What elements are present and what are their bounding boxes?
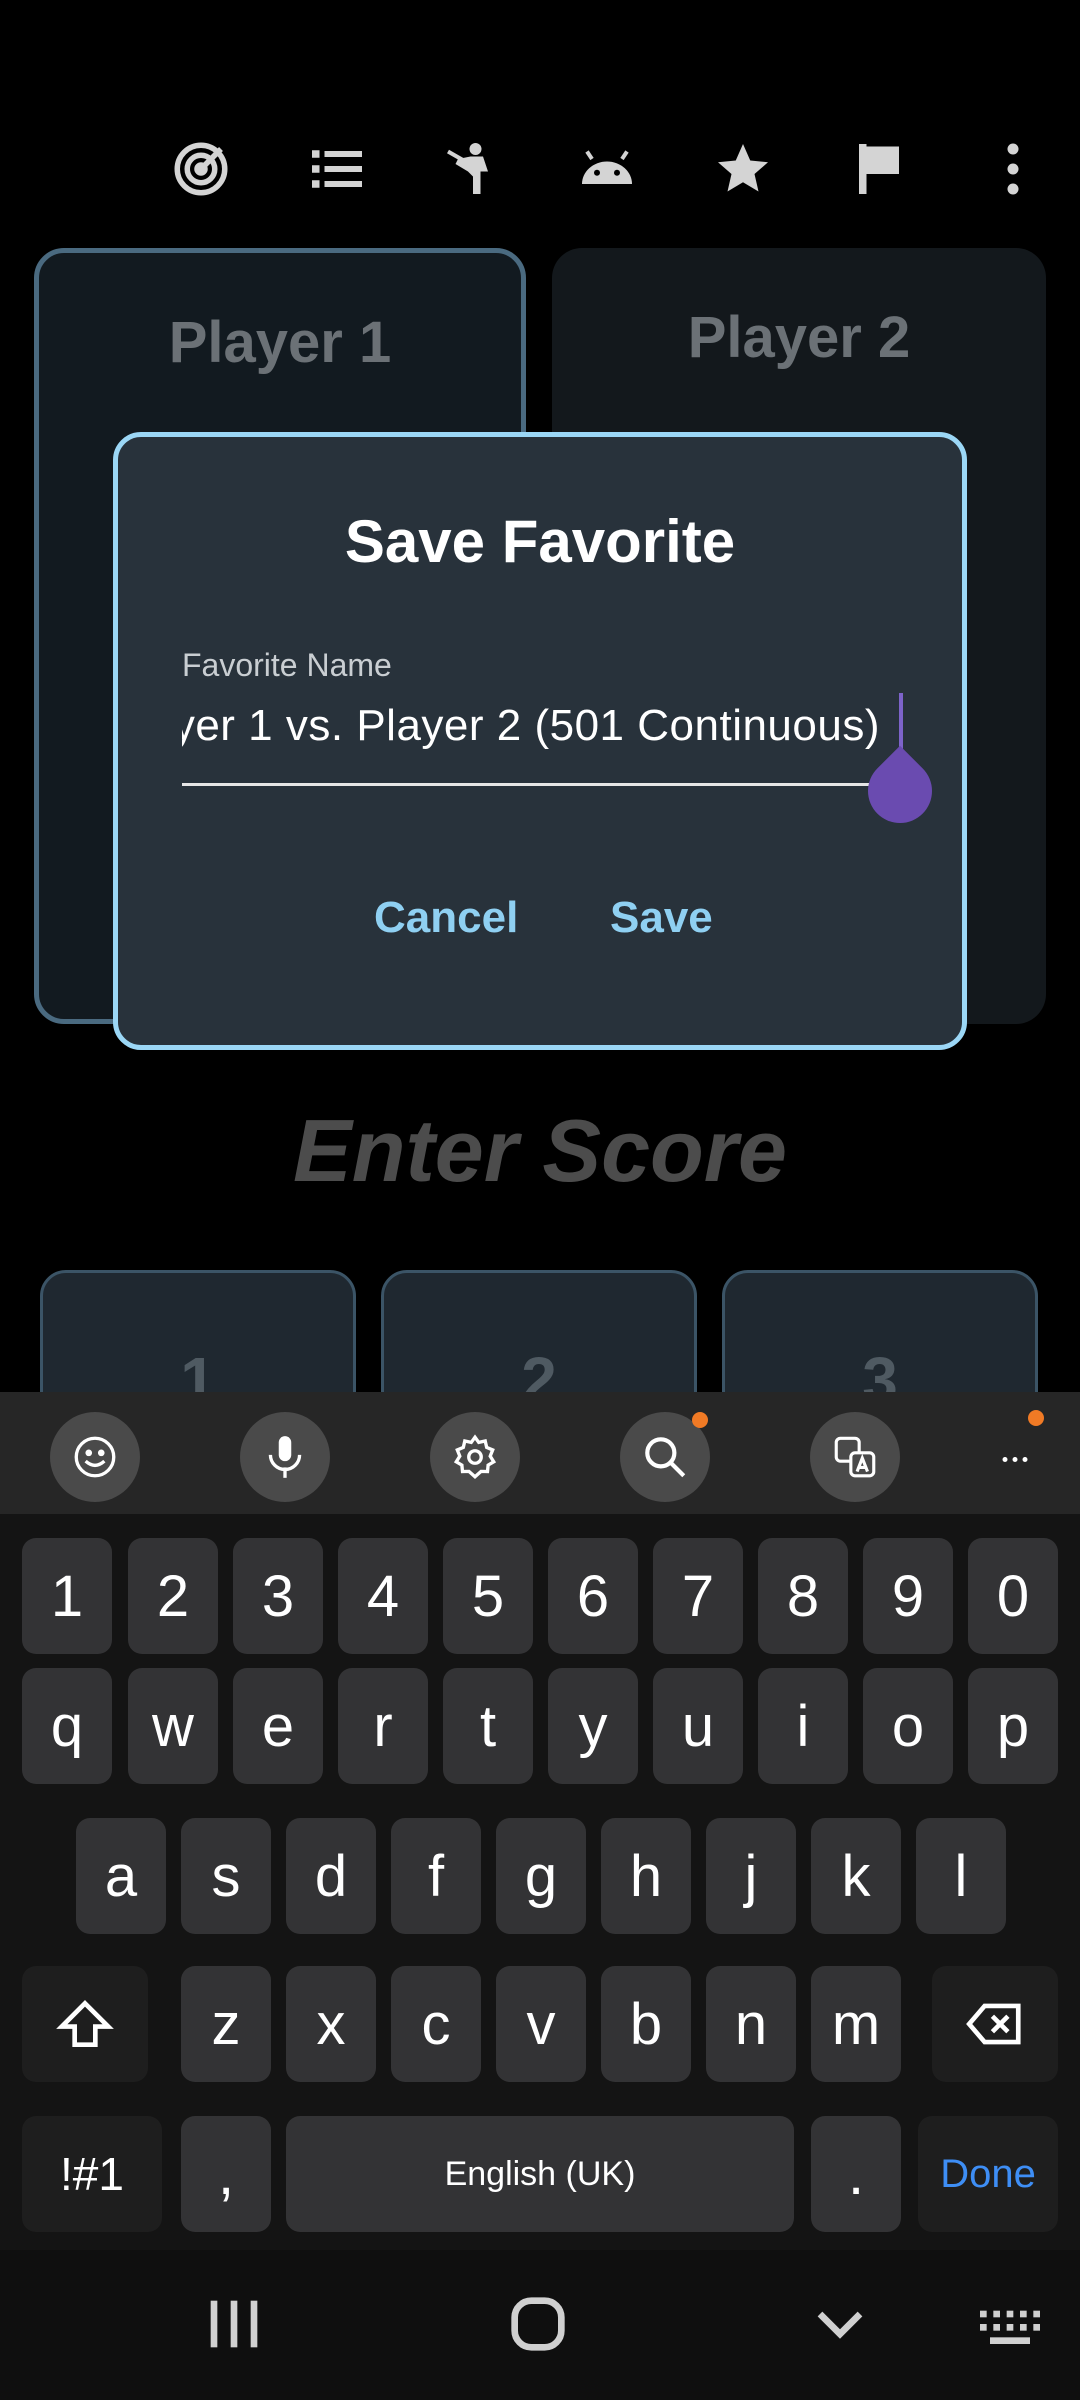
- keyboard-switch-icon[interactable]: [970, 2284, 1050, 2364]
- key-t[interactable]: t: [443, 1668, 533, 1784]
- mic-icon[interactable]: [240, 1412, 330, 1502]
- done-key[interactable]: Done: [918, 2116, 1058, 2232]
- shift-key[interactable]: [22, 1966, 148, 2082]
- key-b[interactable]: b: [601, 1966, 691, 2082]
- key-f[interactable]: f: [391, 1818, 481, 1934]
- input-underline: [182, 783, 896, 786]
- symbols-key[interactable]: !#1: [22, 2116, 162, 2232]
- key-e[interactable]: e: [233, 1668, 323, 1784]
- save-favorite-dialog: Save Favorite Favorite Name Player 1 vs.…: [113, 432, 967, 1050]
- cancel-button[interactable]: Cancel: [374, 893, 518, 943]
- key-x[interactable]: x: [286, 1966, 376, 2082]
- enter-score-heading: Enter Score: [293, 1101, 787, 1200]
- emoji-icon[interactable]: [50, 1412, 140, 1502]
- shift-icon: [56, 2000, 114, 2047]
- key-i[interactable]: i: [758, 1668, 848, 1784]
- key-9[interactable]: 9: [863, 1538, 953, 1654]
- key-d[interactable]: d: [286, 1818, 376, 1934]
- key-l[interactable]: l: [916, 1818, 1006, 1934]
- space-key[interactable]: English (UK): [286, 2116, 794, 2232]
- key-1[interactable]: 1: [22, 1538, 112, 1654]
- key-5[interactable]: 5: [443, 1538, 533, 1654]
- key-v[interactable]: v: [496, 1966, 586, 2082]
- keyboard-toolbar: [0, 1392, 1080, 1514]
- key-2[interactable]: 2: [128, 1538, 218, 1654]
- home-icon[interactable]: [498, 2284, 578, 2364]
- key-7[interactable]: 7: [653, 1538, 743, 1654]
- key-n[interactable]: n: [706, 1966, 796, 2082]
- player2-name: Player 2: [687, 305, 911, 370]
- dart-player-icon[interactable]: [440, 136, 506, 202]
- player1-name: Player 1: [168, 310, 392, 375]
- key-p[interactable]: p: [968, 1668, 1058, 1784]
- more-icon[interactable]: [1000, 1412, 1030, 1502]
- key-s[interactable]: s: [181, 1818, 271, 1934]
- key-h[interactable]: h: [601, 1818, 691, 1934]
- dartboard-icon[interactable]: [168, 136, 234, 202]
- system-nav-bar: [0, 2250, 1080, 2400]
- search-notification-dot: [692, 1412, 708, 1428]
- key-q[interactable]: q: [22, 1668, 112, 1784]
- android-icon[interactable]: [574, 136, 640, 202]
- comma-key[interactable]: ,: [181, 2116, 271, 2232]
- flag-icon[interactable]: [846, 136, 912, 202]
- key-c[interactable]: c: [391, 1966, 481, 2082]
- key-6[interactable]: 6: [548, 1538, 638, 1654]
- key-j[interactable]: j: [706, 1818, 796, 1934]
- soft-keyboard: 1 2 3 4 5 6 7 8 9 0 q w e r t y u i o p …: [0, 1392, 1080, 2400]
- backspace-icon: [966, 2003, 1021, 2045]
- favorite-name-value: Player 1 vs. Player 2 (501 Continuous): [182, 701, 880, 750]
- key-3[interactable]: 3: [233, 1538, 323, 1654]
- key-a[interactable]: a: [76, 1818, 166, 1934]
- translate-icon[interactable]: [810, 1412, 900, 1502]
- key-r[interactable]: r: [338, 1668, 428, 1784]
- key-u[interactable]: u: [653, 1668, 743, 1784]
- list-icon[interactable]: [304, 136, 370, 202]
- key-8[interactable]: 8: [758, 1538, 848, 1654]
- period-key[interactable]: .: [811, 2116, 901, 2232]
- backspace-key[interactable]: [932, 1966, 1058, 2082]
- back-icon[interactable]: [800, 2284, 880, 2364]
- key-g[interactable]: g: [496, 1818, 586, 1934]
- key-y[interactable]: y: [548, 1668, 638, 1784]
- key-4[interactable]: 4: [338, 1538, 428, 1654]
- favorite-name-input[interactable]: Player 1 vs. Player 2 (501 Continuous): [182, 697, 892, 767]
- more-notification-dot: [1028, 1410, 1044, 1426]
- more-vert-icon[interactable]: [980, 136, 1046, 202]
- dialog-title: Save Favorite: [344, 508, 736, 575]
- key-o[interactable]: o: [863, 1668, 953, 1784]
- recents-icon[interactable]: [194, 2284, 274, 2364]
- key-k[interactable]: k: [811, 1818, 901, 1934]
- key-z[interactable]: z: [181, 1966, 271, 2082]
- settings-icon[interactable]: [430, 1412, 520, 1502]
- key-m[interactable]: m: [811, 1966, 901, 2082]
- star-icon[interactable]: [710, 136, 776, 202]
- save-button[interactable]: Save: [610, 893, 713, 943]
- key-w[interactable]: w: [128, 1668, 218, 1784]
- key-0[interactable]: 0: [968, 1538, 1058, 1654]
- favorite-name-label: Favorite Name: [182, 647, 392, 683]
